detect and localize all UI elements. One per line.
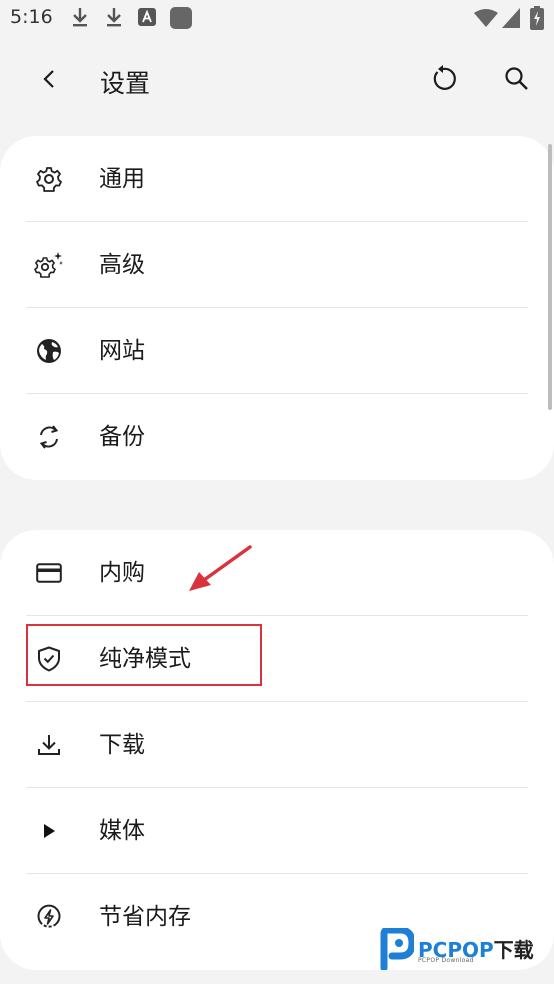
page-title: 设置 [100,69,151,98]
status-bar: 5:16 [0,0,554,38]
download-icon [34,731,64,759]
signal-icon [502,8,520,32]
highlight-annotation [26,624,262,686]
gear-sparkle-icon [34,251,64,279]
settings-item-general[interactable]: 通用 [0,136,554,222]
settings-item-label: 备份 [99,424,145,450]
settings-item-label: 下载 [99,732,145,758]
settings-item-label: 高级 [99,252,145,278]
settings-item-websites[interactable]: 网站 [0,308,554,394]
scrollbar[interactable] [548,144,552,410]
settings-item-label: 节省内存 [99,904,191,930]
watermark-suffix: 下载 [493,938,534,962]
watermark: PCPOP下载 PCPOP Download [376,926,552,972]
gear-icon [34,165,64,193]
globe-icon [34,337,64,365]
search-button[interactable] [494,58,540,104]
settings-item-media[interactable]: 媒体 [0,788,554,874]
search-icon [504,66,530,96]
settings-item-advanced[interactable]: 高级 [0,222,554,308]
settings-item-in-app-purchase[interactable]: 内购 [0,530,554,616]
settings-item-downloads[interactable]: 下载 [0,702,554,788]
settings-group-features: 内购 纯净模式 下载 媒体 节省内存 [0,530,554,970]
credit-card-icon [34,559,64,587]
wifi-icon [474,9,498,31]
play-icon [34,817,64,845]
app-bar: 设置 [0,46,554,116]
app-icon [170,7,192,33]
settings-item-label: 通用 [99,166,145,192]
download-icon [104,6,124,32]
font-app-icon [138,8,156,30]
sync-icon [34,423,64,451]
back-button[interactable] [26,58,72,104]
settings-item-label: 媒体 [99,818,145,844]
battery-charging-icon [530,6,544,34]
settings-item-label: 内购 [99,560,145,586]
status-time: 5:16 [10,6,53,28]
watermark-subtext: PCPOP Download [418,957,474,964]
back-arrow-icon [39,68,59,94]
pcpop-logo-icon [378,926,416,974]
download-icon [70,6,90,32]
reset-icon [429,65,457,97]
memory-saver-icon [34,903,64,931]
settings-item-label: 网站 [99,338,145,364]
reset-button[interactable] [420,58,466,104]
arrow-annotation-icon [186,544,254,600]
settings-item-backup[interactable]: 备份 [0,394,554,480]
settings-group-general: 通用 高级 网站 备份 [0,136,554,480]
